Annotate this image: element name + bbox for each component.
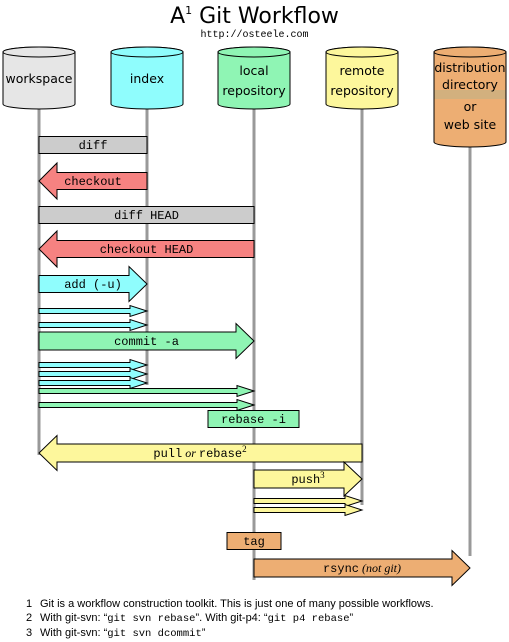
store-label: directory xyxy=(442,77,499,92)
cylinder-top xyxy=(110,46,184,58)
operation-diff[interactable]: diff xyxy=(38,136,148,154)
footnote-text: ”. With git-p4: “ xyxy=(195,612,268,624)
footnote-text: ” xyxy=(349,612,354,624)
store-label: repository xyxy=(330,83,394,98)
footnote-number: 3 xyxy=(26,627,33,639)
store-local-repository[interactable]: local repository xyxy=(217,46,291,110)
store-label: index xyxy=(130,71,164,86)
cylinder-top xyxy=(433,46,507,58)
store-label: web site xyxy=(444,117,497,132)
operation-tag[interactable]: tag xyxy=(226,532,282,550)
workflow-diagram: workspace index local repository remote repos… xyxy=(2,46,507,587)
cylinder-top xyxy=(325,46,399,58)
store-label: workspace xyxy=(6,71,73,86)
footnote-number: 1 xyxy=(26,598,33,610)
operation-rsync[interactable]: rsync (not git) xyxy=(253,549,471,587)
footnotes: 1 Git is a workflow construction toolkit.… xyxy=(26,597,434,641)
footnote-number: 2 xyxy=(26,612,33,624)
operation-label: checkout HEAD xyxy=(100,243,194,257)
operation-label: diff xyxy=(79,139,108,153)
add-step-arrow xyxy=(38,376,149,390)
footnote-1: 1 Git is a workflow construction toolkit.… xyxy=(26,597,434,611)
commit-step-arrow xyxy=(38,384,256,398)
push-step-arrow xyxy=(253,503,364,517)
operation-label: tag xyxy=(243,535,265,549)
operation-checkout[interactable]: checkout xyxy=(38,161,148,201)
operation-label: commit -a xyxy=(114,335,179,349)
footnote-text: With git-svn: “ xyxy=(40,627,108,639)
operation-label: diff HEAD xyxy=(114,209,179,223)
footnote-text: ” xyxy=(201,627,206,639)
store-workspace[interactable]: workspace xyxy=(2,46,76,110)
operation-label: checkout xyxy=(64,175,122,189)
operation-diff-head[interactable]: diff HEAD xyxy=(38,206,255,224)
add-step-arrow xyxy=(38,318,149,332)
operation-label: add (-u) xyxy=(64,278,122,292)
commit-step-arrow xyxy=(38,398,256,412)
store-label: or xyxy=(464,99,478,114)
footnote-text: Git is a workflow construction toolkit. … xyxy=(40,598,434,610)
operation-label: rebase -i xyxy=(221,413,286,427)
store-label: repository xyxy=(222,83,286,98)
cylinder-top xyxy=(2,46,76,58)
store-distribution-directory[interactable]: distribution directory or web site xyxy=(433,46,507,148)
cylinder-top xyxy=(217,46,291,58)
operation-add-u[interactable]: add (-u) xyxy=(38,265,148,303)
operation-push[interactable]: push3 xyxy=(253,460,363,498)
footnote-3: 3 With git-svn: “git svn dcommit” xyxy=(26,626,434,641)
operation-pull[interactable]: pull or rebase2 xyxy=(38,434,363,472)
operation-label: rsync (not git) xyxy=(323,561,401,576)
store-label: local xyxy=(239,63,268,78)
store-label: remote xyxy=(340,63,385,78)
store-remote-repository[interactable]: remote repository xyxy=(325,46,399,110)
footnote-2: 2 With git-svn: “git svn rebase”. With gi… xyxy=(26,611,434,626)
footnote-code: git svn rebase xyxy=(107,613,196,625)
operation-rebase-i[interactable]: rebase -i xyxy=(207,410,300,428)
add-step-arrow xyxy=(38,304,149,318)
footnote-code: git p4 rebase xyxy=(267,613,350,625)
operation-label: pull or rebase2 xyxy=(153,444,246,461)
store-label: distribution xyxy=(434,60,505,75)
footnote-code: git svn dcommit xyxy=(107,628,202,640)
operation-label: push3 xyxy=(291,470,325,487)
store-index[interactable]: index xyxy=(110,46,184,110)
footnote-text: With git-svn: “ xyxy=(40,612,108,624)
